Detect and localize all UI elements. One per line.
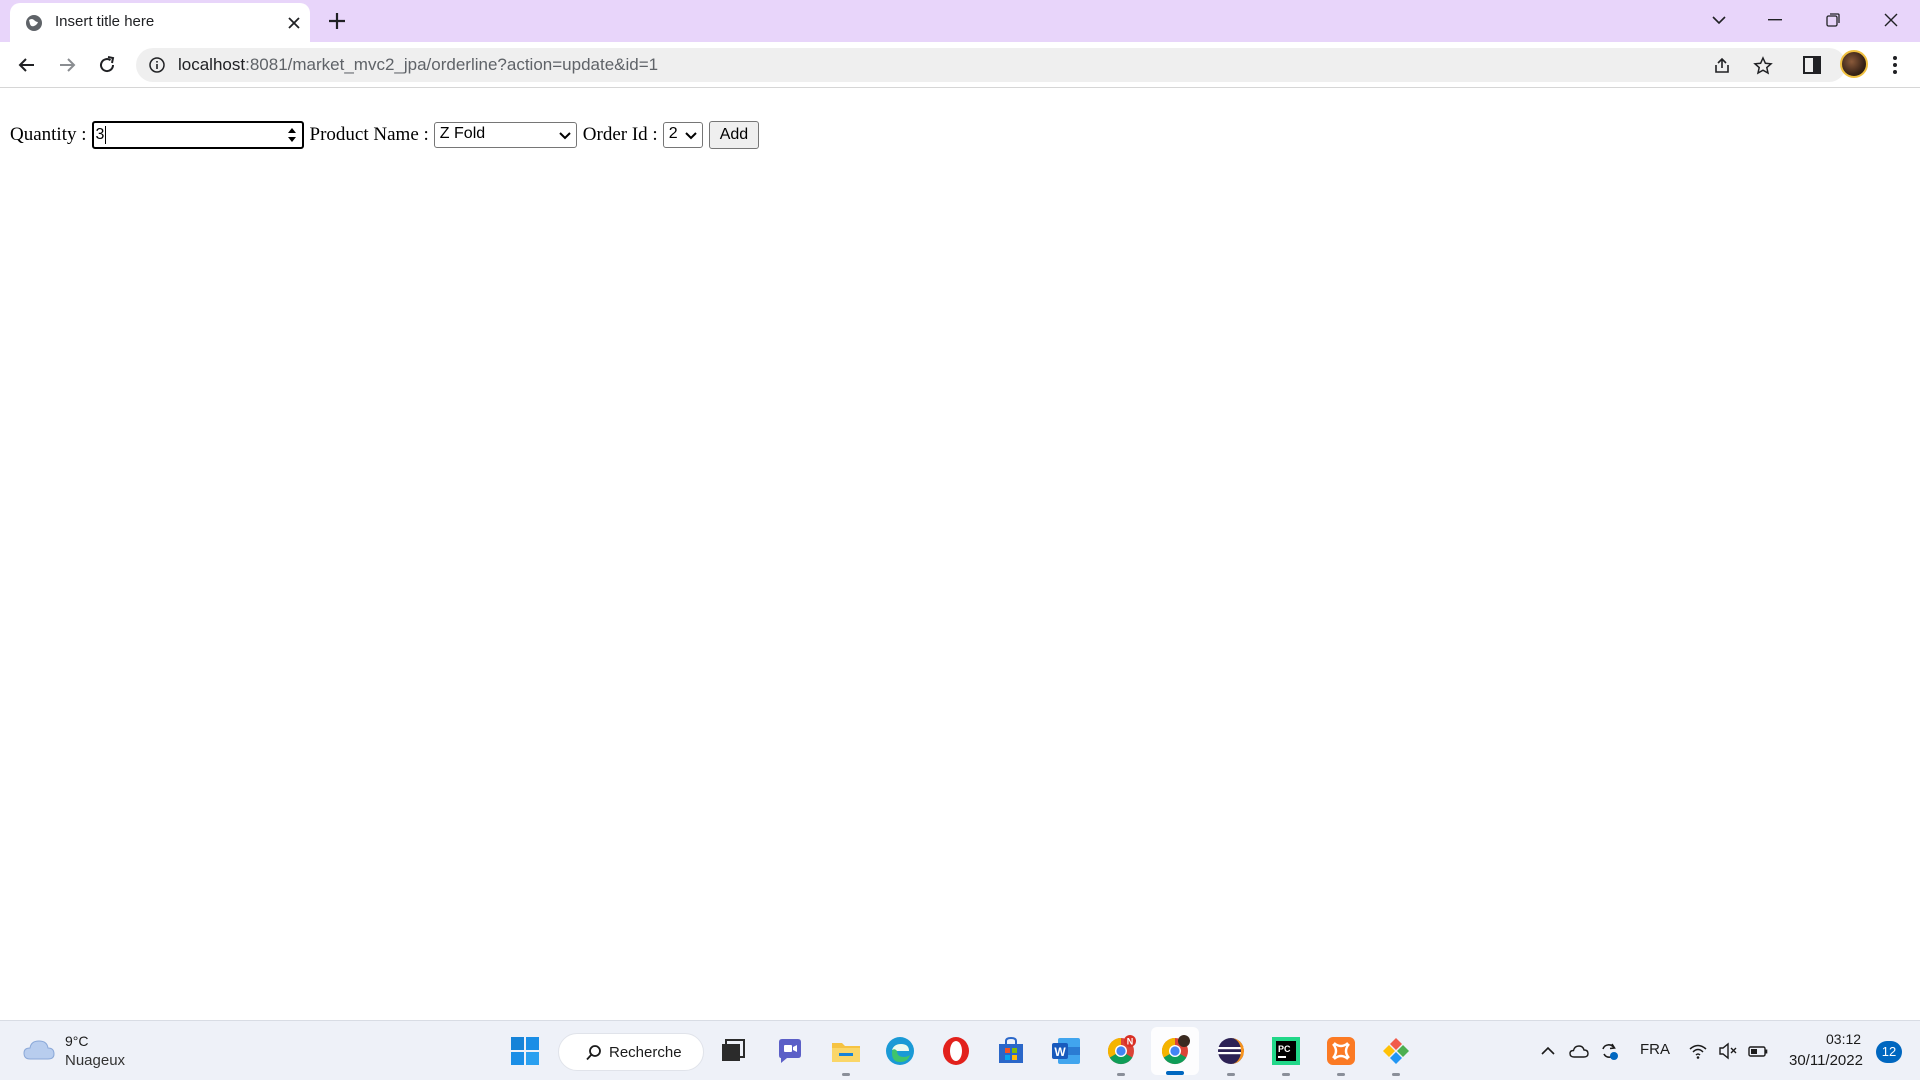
chevron-down-icon: [559, 132, 571, 140]
taskbar-search[interactable]: Recherche: [558, 1033, 704, 1071]
word-icon[interactable]: W: [1050, 1035, 1082, 1067]
running-indicator: [842, 1073, 850, 1076]
eclipse-icon[interactable]: [1215, 1035, 1247, 1067]
tab-title: Insert title here: [55, 13, 155, 30]
restore-button[interactable]: [1810, 6, 1856, 34]
battery-icon[interactable]: [1748, 1041, 1768, 1061]
url-path: :8081/market_mvc2_jpa/orderline?action=u…: [245, 55, 659, 74]
active-indicator: [1166, 1071, 1184, 1075]
url-host: localhost: [178, 55, 246, 74]
arrow-left-icon: [18, 58, 34, 72]
chevron-down-icon: [1712, 16, 1726, 25]
side-panel-icon[interactable]: [1801, 54, 1823, 76]
quantity-stepper[interactable]: [285, 125, 299, 145]
arrow-right-icon: [60, 58, 76, 72]
onedrive-icon[interactable]: [1569, 1041, 1589, 1061]
product-selected-value: Z Fold: [439, 125, 486, 142]
task-view-icon[interactable]: [717, 1035, 749, 1067]
weather-description: Nuageux: [65, 1052, 126, 1069]
windows-start-icon[interactable]: [509, 1035, 541, 1067]
profile-avatar[interactable]: [1840, 50, 1868, 78]
wifi-icon[interactable]: [1688, 1041, 1708, 1061]
weather-temperature: 9°C: [65, 1033, 89, 1049]
info-icon[interactable]: [148, 56, 166, 74]
opera-icon[interactable]: [940, 1035, 972, 1067]
sync-icon[interactable]: [1599, 1041, 1619, 1061]
edge-icon[interactable]: [884, 1035, 916, 1067]
quantity-label: Quantity :: [10, 124, 87, 145]
menu-icon[interactable]: [1884, 54, 1906, 76]
chrome-icon[interactable]: N: [1105, 1035, 1137, 1067]
clock-date[interactable]: 30/11/2022: [1789, 1052, 1863, 1069]
product-select[interactable]: Z Fold: [433, 122, 577, 148]
xampp-icon[interactable]: [1325, 1035, 1357, 1067]
new-tab-icon[interactable]: [326, 10, 348, 32]
notification-badge[interactable]: 12: [1876, 1041, 1902, 1063]
microsoft-store-icon[interactable]: [995, 1035, 1027, 1067]
globe-icon: [26, 15, 42, 31]
clock-time[interactable]: 03:12: [1826, 1031, 1861, 1047]
tab-search-button[interactable]: [1696, 6, 1742, 34]
search-label: Recherche: [609, 1044, 682, 1061]
cloud-icon[interactable]: [22, 1037, 56, 1063]
browser-tab[interactable]: Insert title here: [10, 3, 310, 42]
reload-icon: [100, 56, 115, 73]
address-bar[interactable]: localhost:8081/market_mvc2_jpa/orderline…: [136, 48, 1846, 82]
chevron-up-icon[interactable]: [1538, 1041, 1558, 1061]
window-close-button[interactable]: [1868, 6, 1914, 34]
add-button[interactable]: Add: [708, 121, 760, 149]
back-button[interactable]: [13, 51, 41, 79]
svg-text:N: N: [1127, 1037, 1134, 1047]
chevron-down-icon: [685, 132, 697, 140]
svg-text:W: W: [1054, 1045, 1066, 1059]
minimize-button[interactable]: [1752, 6, 1798, 34]
text-caret: [104, 126, 106, 144]
order-id-label: Order Id :: [582, 124, 658, 145]
close-icon: [1884, 13, 1898, 27]
chat-icon[interactable]: [774, 1035, 806, 1067]
close-icon[interactable]: [286, 15, 302, 31]
running-indicator: [1117, 1073, 1125, 1076]
share-icon[interactable]: [1712, 56, 1732, 76]
product-label: Product Name :: [309, 124, 429, 145]
quantity-input[interactable]: [95, 124, 276, 146]
search-icon: [586, 1045, 601, 1061]
running-indicator: [1227, 1073, 1235, 1076]
forward-button[interactable]: [53, 51, 81, 79]
quantity-field[interactable]: [91, 121, 304, 149]
browser-toolbar: localhost:8081/market_mvc2_jpa/orderline…: [0, 42, 1920, 88]
chrome-icon[interactable]: [1159, 1035, 1191, 1067]
tab-strip: Insert title here: [0, 0, 1920, 42]
minimize-icon: [1768, 19, 1782, 21]
running-indicator: [1282, 1073, 1290, 1076]
star-icon[interactable]: [1753, 56, 1773, 76]
file-explorer-icon[interactable]: [830, 1035, 862, 1067]
running-indicator: [1392, 1073, 1400, 1076]
language-indicator[interactable]: FRA: [1640, 1041, 1670, 1058]
taskbar: 9°C Nuageux Recherche W N PC FRA 03:12 3…: [0, 1020, 1920, 1080]
running-indicator: [1337, 1073, 1345, 1076]
restore-icon: [1826, 13, 1840, 27]
svg-text:PC: PC: [1278, 1044, 1291, 1054]
orderline-form: Quantity : Product Name : Z Fold Order I…: [10, 120, 760, 150]
order-id-selected-value: 2: [668, 125, 678, 142]
pycharm-icon[interactable]: PC: [1270, 1035, 1302, 1067]
reload-button[interactable]: [93, 51, 121, 79]
order-id-select[interactable]: 2: [662, 122, 703, 148]
url-text[interactable]: localhost:8081/market_mvc2_jpa/orderline…: [178, 55, 658, 75]
diamond-app-icon[interactable]: [1380, 1035, 1412, 1067]
volume-muted-icon[interactable]: [1718, 1041, 1738, 1061]
